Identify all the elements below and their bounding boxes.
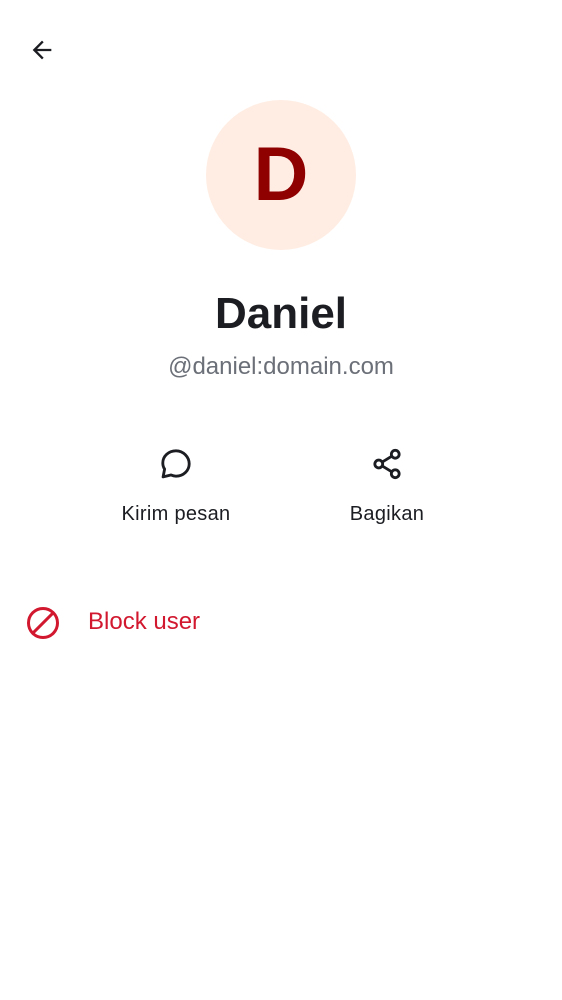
avatar-initial: D — [253, 132, 309, 217]
avatar: D — [206, 100, 356, 250]
block-icon — [27, 607, 59, 639]
arrow-left-icon — [32, 40, 52, 60]
send-message-button[interactable]: Kirim pesan — [86, 444, 266, 544]
back-button[interactable] — [22, 30, 62, 70]
user-id: @daniel:domain.com — [168, 353, 394, 380]
block-user-label: Block user — [88, 608, 201, 635]
send-message-label: Kirim pesan — [121, 503, 231, 525]
block-user-button[interactable]: Block user — [0, 592, 562, 652]
share-button[interactable]: Bagikan — [297, 444, 477, 544]
share-label: Bagikan — [349, 503, 425, 525]
chat-bubble-icon — [156, 444, 196, 484]
share-icon — [367, 444, 407, 484]
display-name: Daniel — [214, 289, 348, 338]
